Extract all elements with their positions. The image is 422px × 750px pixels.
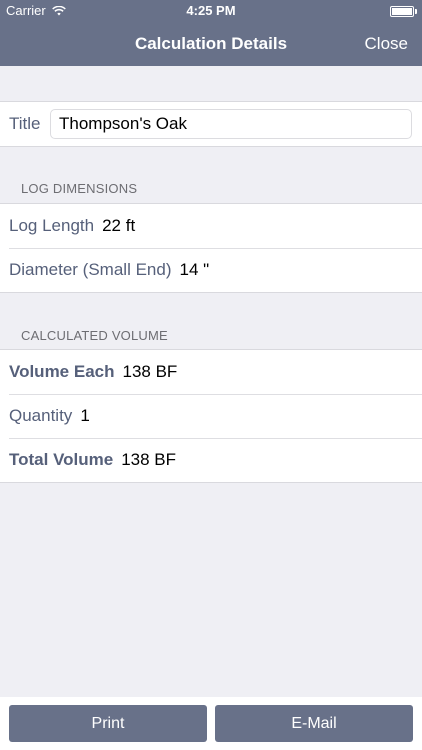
quantity-value: 1 (80, 406, 90, 425)
close-button[interactable]: Close (365, 34, 408, 54)
log-length-value: 22 ft (102, 216, 136, 235)
calculated-volume-group: Volume Each 138 BF Quantity 1 Total Volu… (0, 349, 422, 483)
print-button[interactable]: Print (9, 705, 207, 742)
total-volume-label: Total Volume (9, 450, 114, 469)
diameter-row[interactable]: Diameter (Small End) 14 " (0, 248, 422, 292)
status-bar: Carrier 4:25 PM (0, 0, 422, 22)
total-volume-row: Total Volume 138 BF (0, 438, 422, 482)
title-group: Title (0, 101, 422, 147)
quantity-row[interactable]: Quantity 1 (0, 394, 422, 438)
quantity-label: Quantity (9, 406, 73, 425)
volume-each-row: Volume Each 138 BF (0, 350, 422, 394)
log-dimensions-header: LOG DIMENSIONS (21, 181, 138, 196)
diameter-value: 14 " (179, 260, 210, 279)
total-volume-value: 138 BF (121, 450, 177, 469)
battery-icon (390, 6, 417, 17)
volume-each-value: 138 BF (122, 362, 178, 381)
status-time: 4:25 PM (186, 3, 236, 18)
calculated-volume-header: CALCULATED VOLUME (21, 328, 168, 343)
bottom-action-bar: Print E-Mail (0, 697, 422, 750)
navigation-bar: Calculation Details Close (0, 22, 422, 66)
top-bar: Carrier 4:25 PM Calculation Details Clos… (0, 0, 422, 66)
email-button[interactable]: E-Mail (215, 705, 413, 742)
volume-each-label: Volume Each (9, 362, 115, 381)
log-length-row[interactable]: Log Length 22 ft (0, 204, 422, 248)
title-input[interactable] (50, 109, 412, 139)
log-length-label: Log Length (9, 216, 95, 235)
diameter-label: Diameter (Small End) (9, 260, 172, 279)
log-dimensions-group: Log Length 22 ft Diameter (Small End) 14… (0, 203, 422, 293)
title-row: Title (0, 102, 422, 146)
title-label: Title (9, 114, 41, 133)
page-title: Calculation Details (134, 34, 288, 53)
